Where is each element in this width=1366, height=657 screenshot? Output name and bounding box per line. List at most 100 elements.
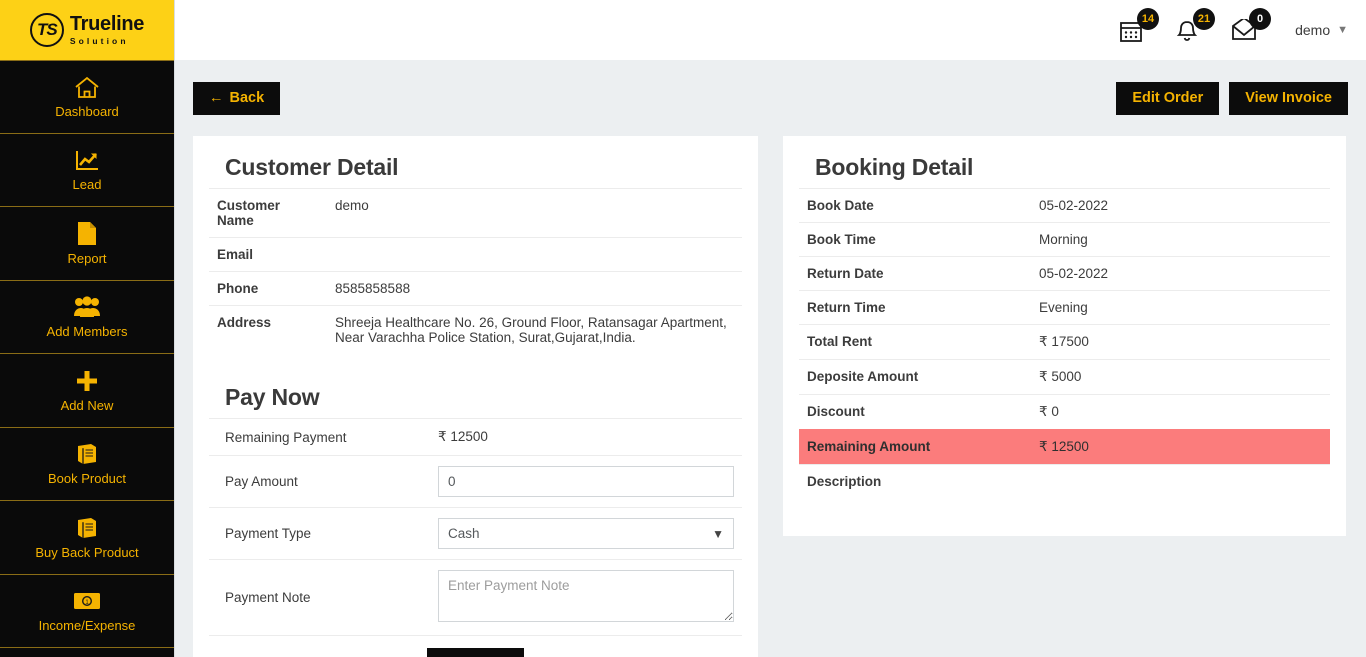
booking-detail-card: Booking Detail Book Date 05-02-2022 Book… — [783, 136, 1346, 536]
home-icon — [74, 75, 100, 99]
payment-note-cell — [430, 559, 742, 635]
row-label: Description — [799, 464, 1031, 498]
customer-detail-card: Customer Detail Customer Name demo Email… — [193, 136, 758, 657]
pay-now-submit-row: Pay Now — [209, 635, 742, 657]
book-icon — [75, 442, 99, 466]
sidebar-item-label: Report — [67, 250, 107, 266]
edit-order-button[interactable]: Edit Order — [1116, 82, 1220, 115]
sidebar-item-label: Add New — [60, 397, 114, 413]
user-menu[interactable]: demo ▼ — [1295, 22, 1348, 38]
sidebar-item-report[interactable]: Report — [0, 207, 174, 281]
brand-subtitle: Solution — [69, 36, 129, 47]
row-value — [1031, 464, 1330, 498]
sidebar-item-label: Dashboard — [55, 104, 119, 120]
pay-now-button[interactable]: Pay Now — [427, 648, 524, 657]
row-value: 05-02-2022 — [1031, 188, 1330, 223]
row-value: ₹ 0 — [1031, 394, 1330, 430]
pay-now-form: Remaining Payment ₹ 12500 Pay Amount Pay… — [209, 418, 742, 635]
plus-icon — [75, 369, 99, 393]
row-label: Email — [209, 237, 327, 272]
table-row-remaining-amount: Remaining Amount ₹ 12500 — [799, 429, 1330, 465]
user-menu-label: demo — [1295, 22, 1331, 38]
sidebar-item-lead[interactable]: Lead — [0, 134, 174, 207]
row-label: Remaining Amount — [799, 429, 1031, 465]
table-row: Description — [799, 464, 1330, 498]
table-row: Customer Name demo — [209, 188, 742, 238]
brand-name: Trueline — [69, 13, 145, 36]
notifications-badge: 21 — [1192, 8, 1216, 30]
messages-button[interactable]: 0 — [1231, 8, 1272, 45]
action-bar: ← Back Edit Order View Invoice — [175, 60, 1366, 137]
sidebar-item-add-new[interactable]: Add New — [0, 354, 174, 428]
payment-note-label: Payment Note — [209, 559, 430, 635]
chevron-down-icon: ▼ — [1337, 24, 1348, 36]
sidebar-item-book-product[interactable]: Book Product — [0, 428, 174, 501]
sidebar-item-label: Buy Back Product — [35, 544, 139, 560]
sidebar-item-label: Add Members — [46, 324, 128, 340]
row-value: Shreeja Healthcare No. 26, Ground Floor,… — [327, 305, 742, 354]
payment-note-textarea[interactable] — [438, 570, 734, 622]
row-value: 8585858588 — [327, 271, 742, 306]
sidebar-item-label: Income/Expense — [38, 618, 136, 634]
remaining-payment-value: ₹ 12500 — [430, 418, 742, 456]
pay-amount-input[interactable] — [438, 466, 734, 497]
row-label: Customer Name — [209, 188, 327, 238]
row-label: Return Time — [799, 290, 1031, 325]
customer-detail-table: Customer Name demo Email Phone 858585858… — [209, 188, 742, 354]
sidebar-item-dashboard[interactable]: Dashboard — [0, 60, 174, 134]
sidebar-item-buy-back-product[interactable]: Buy Back Product — [0, 501, 174, 575]
booking-detail-table: Book Date 05-02-2022 Book Time Morning R… — [799, 188, 1330, 498]
table-row: Book Time Morning — [799, 222, 1330, 257]
sidebar-item-label: Lead — [72, 177, 102, 193]
back-button-label: Back — [229, 90, 265, 107]
row-value: demo — [327, 188, 742, 238]
row-label: Book Date — [799, 188, 1031, 223]
row-label: Total Rent — [799, 324, 1031, 360]
table-row: Total Rent ₹ 17500 — [799, 324, 1330, 360]
back-button[interactable]: ← Back — [193, 82, 281, 115]
action-bar-buttons: Edit Order View Invoice — [1116, 82, 1348, 115]
brand-logo[interactable]: TS Trueline Solution — [0, 0, 174, 60]
sidebar-item-add-members[interactable]: Add Members — [0, 281, 174, 354]
row-value: Morning — [1031, 222, 1330, 257]
pay-amount-label: Pay Amount — [209, 455, 430, 508]
document-icon — [76, 222, 98, 246]
pay-amount-cell — [430, 455, 742, 508]
row-value — [327, 237, 742, 272]
sidebar-item-label: Book Product — [47, 471, 127, 487]
form-row-payment-type: Payment Type Cash ▼ — [209, 507, 742, 560]
row-value: Evening — [1031, 290, 1330, 325]
topbar-icon-group: 14 21 0 — [1119, 8, 1272, 45]
row-label: Phone — [209, 271, 327, 306]
view-invoice-button[interactable]: View Invoice — [1229, 82, 1348, 115]
topbar: 14 21 0 demo ▼ — [175, 0, 1366, 60]
book-icon — [75, 516, 99, 540]
table-row: Deposite Amount ₹ 5000 — [799, 359, 1330, 395]
form-row-pay-amount: Pay Amount — [209, 455, 742, 508]
money-bill-icon: 1 — [73, 589, 101, 613]
row-value: ₹ 5000 — [1031, 359, 1330, 395]
row-value: ₹ 12500 — [1031, 429, 1330, 465]
table-row: Book Date 05-02-2022 — [799, 188, 1330, 223]
notifications-button[interactable]: 21 — [1175, 8, 1216, 45]
form-row-remaining-payment: Remaining Payment ₹ 12500 — [209, 418, 742, 456]
row-value: 05-02-2022 — [1031, 256, 1330, 291]
row-label: Book Time — [799, 222, 1031, 257]
booking-detail-title: Booking Detail — [815, 154, 974, 180]
pay-now-title: Pay Now — [225, 384, 320, 410]
table-row: Return Time Evening — [799, 290, 1330, 325]
calendar-button[interactable]: 14 — [1119, 8, 1160, 45]
customer-detail-title: Customer Detail — [225, 154, 399, 180]
table-row: Email — [209, 237, 742, 272]
sidebar-item-income-expense[interactable]: 1 Income/Expense — [0, 575, 174, 648]
form-row-payment-note: Payment Note — [209, 559, 742, 635]
users-icon — [73, 295, 101, 319]
messages-badge: 0 — [1249, 8, 1272, 30]
payment-type-select[interactable]: Cash — [438, 518, 734, 549]
arrow-left-icon: ← — [209, 90, 224, 107]
payment-type-cell: Cash ▼ — [430, 507, 742, 560]
calendar-badge: 14 — [1136, 8, 1160, 30]
chart-line-icon — [74, 148, 100, 172]
row-label: Discount — [799, 394, 1031, 430]
table-row: Return Date 05-02-2022 — [799, 256, 1330, 291]
